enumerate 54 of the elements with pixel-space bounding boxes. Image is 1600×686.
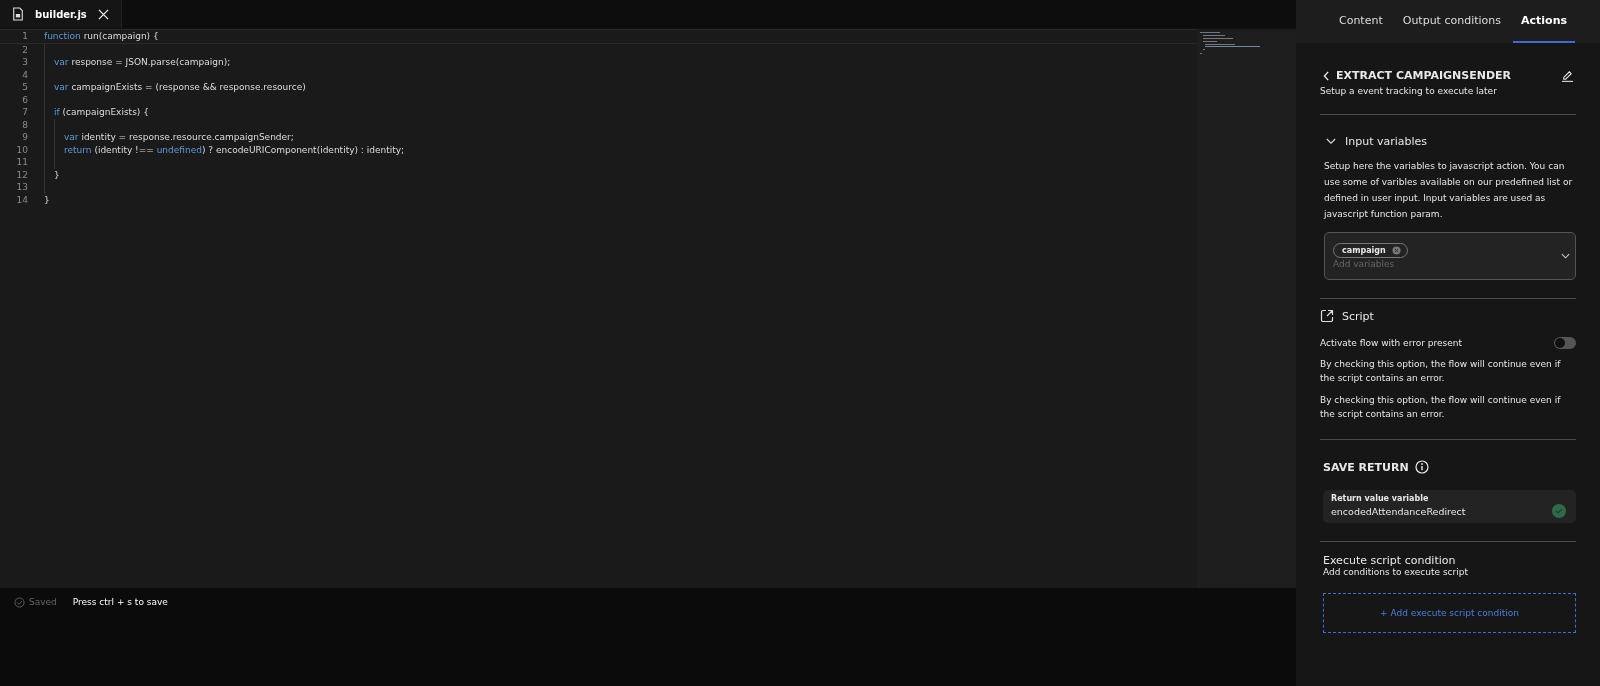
pencil-icon[interactable] (1561, 69, 1574, 82)
line-number: 12 (15, 169, 28, 180)
file-tab[interactable]: builder.js (0, 0, 122, 28)
input-variables-description: Setup here the variables to javascript action. You can use some of varibles available on our predefined list or defined in user input. Input variables are used as javascript function param. (1324, 160, 1574, 221)
toggle-label: Activate flow with error present (1320, 338, 1462, 348)
line-number: 11 (15, 157, 28, 168)
error-toggle[interactable] (1554, 337, 1576, 349)
save-return-title: SAVE RETURN (1323, 460, 1409, 474)
remove-icon[interactable] (1391, 246, 1401, 255)
line-number: 2 (21, 44, 28, 55)
script-note: By checking this option, the flow will continue even if the script contains an error. (1320, 358, 1562, 385)
condition-title: Execute script condition (1322, 554, 1457, 567)
line-number: 14 (15, 194, 28, 205)
external-link-icon (1320, 309, 1334, 323)
code-line: var identity = response.resource.campaignSender; (64, 132, 294, 143)
line-number: 3 (21, 57, 28, 68)
variables-select[interactable]: campaign Add variables (1324, 232, 1576, 280)
saved-status: Saved (14, 596, 57, 608)
action-title: EXTRACT CAMPAIGNSENDER (1336, 69, 1513, 82)
code-line: var response = JSON.parse(campaign); (54, 57, 231, 68)
minimap-drawing (1200, 32, 1260, 54)
line-number: 13 (15, 182, 28, 193)
info-icon[interactable] (1414, 460, 1429, 474)
code-line: if (campaignExists) { (54, 107, 149, 118)
panel-tab[interactable]: Content (1330, 0, 1391, 43)
code-line: return (identity !== undefined) ? encodeURIComponent(identity) : identity; (64, 144, 405, 155)
condition-subtitle: Add conditions to execute script (1322, 567, 1469, 577)
script-title: Script (1342, 309, 1374, 323)
chevron-icon (1326, 138, 1336, 145)
panel-tab[interactable]: Actions (1513, 0, 1575, 43)
line-number: 8 (21, 119, 28, 130)
action-subtitle: Setup a event tracking to execute later (1320, 86, 1498, 96)
line-number: 7 (21, 107, 28, 118)
script-note: By checking this option, the flow will continue even if the script contains an error. (1320, 394, 1562, 421)
code-line: } (54, 169, 60, 180)
back-icon[interactable] (1323, 70, 1330, 81)
code-line: function run(campaign) { (44, 31, 159, 42)
save-hint: Press ctrl + s to save (72, 597, 168, 607)
line-number: 9 (21, 132, 28, 143)
input-variables-toggle[interactable]: Input variables (1320, 135, 1428, 148)
close-icon[interactable] (97, 8, 109, 20)
line-number: 10 (15, 144, 28, 155)
line-number: 1 (21, 31, 28, 42)
line-number: 4 (21, 69, 28, 80)
return-value-field[interactable]: Return value variable encodedAttendanceRedirect (1323, 490, 1576, 523)
panel-tab[interactable]: Output conditions (1394, 0, 1509, 43)
code-line: var campaignExists = (response && response.resource) (54, 82, 306, 93)
line-number: 5 (21, 82, 28, 93)
code-line: } (44, 194, 50, 205)
check-circle-icon (14, 596, 25, 608)
add-condition-button[interactable]: + Add execute script condition (1323, 593, 1576, 633)
line-number: 6 (21, 94, 28, 105)
js-file-icon (12, 7, 24, 21)
dropdown-icon[interactable] (1561, 253, 1570, 259)
